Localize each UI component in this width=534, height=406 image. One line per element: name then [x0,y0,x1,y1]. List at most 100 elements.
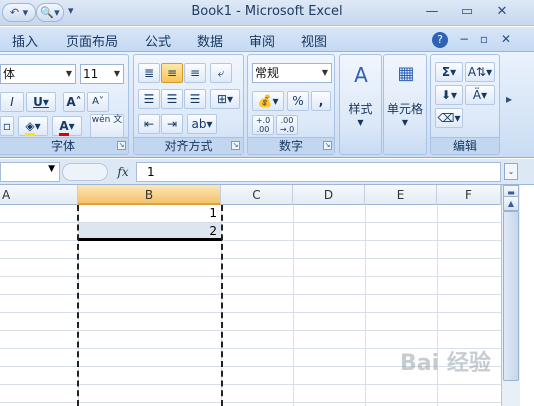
number-format-combo[interactable]: 常规 ▼ [252,63,332,83]
dialog-launcher-icon[interactable]: ↘ [231,141,240,150]
number-format-value: 常规 [255,66,280,80]
merge-center-icon[interactable]: ⊞▾ [210,89,240,109]
tab-page-layout[interactable]: 页面布局 [66,31,118,50]
grid-line [0,402,501,403]
column-header-c[interactable]: C [221,185,293,205]
align-middle-icon[interactable]: ≡ [161,63,183,83]
percent-button[interactable]: % [287,91,309,111]
decrease-decimal-button[interactable]: .00 →.0 [276,115,298,135]
scroll-up-icon[interactable]: ▲ [503,196,519,211]
dialog-launcher-icon[interactable]: ↘ [323,141,332,150]
sort-filter-icon[interactable]: A⇅▾ [465,62,495,82]
styles-group[interactable]: A 样式 ▼ [339,54,382,155]
title-bar: ↶ ▾ 🔍▾ ▾ Book1 - Microsoft Excel — ▭ ✕ [0,0,534,26]
close-button[interactable]: ✕ [490,3,514,21]
formula-bar-splitter[interactable] [62,163,108,181]
decrease-indent-icon[interactable]: ⇤ [138,114,160,134]
column-header-f[interactable]: F [437,185,501,205]
column-header-b[interactable]: B [78,185,221,205]
align-right-icon[interactable]: ☰ [184,89,206,109]
ribbon-scroll-icon[interactable]: ▸ [506,92,526,112]
shrink-font-button[interactable]: A˅ [87,92,109,112]
fill-down-icon[interactable]: ⬇▾ [435,85,463,105]
column-header-d[interactable]: D [293,185,365,205]
phonetic-button[interactable]: wén 文 [90,114,124,138]
font-name-value: 体 [3,67,16,81]
border-button[interactable]: ▫ [0,116,14,136]
name-box[interactable]: ▼ [0,162,60,182]
insert-function-button[interactable]: fx [112,162,134,182]
expand-formula-bar-icon[interactable]: ⌄ [504,163,518,180]
column-header-a[interactable]: A [0,185,78,205]
grid-line [0,312,501,313]
font-color-button[interactable]: A▾ [52,116,82,136]
align-top-icon[interactable]: ≣ [138,63,160,83]
grid-line [0,240,501,241]
grow-font-label: A [66,95,76,109]
tab-review[interactable]: 审阅 [249,31,275,50]
grid-line [0,276,501,277]
clear-icon[interactable]: ⌫▾ [435,108,463,128]
tab-insert[interactable]: 插入 [12,31,38,50]
ribbon-close-icon[interactable]: ✕ [498,32,514,48]
formula-input[interactable]: 1 [136,162,501,182]
increase-decimal-button[interactable]: +.0 .00 [252,115,274,135]
watermark: Bai 经验 [400,351,491,376]
window-title: Book1 - Microsoft Excel [191,4,343,19]
chevron-down-icon: ▼ [357,118,364,127]
italic-button[interactable]: I [0,92,24,112]
alignment-group: ≣ ≡ ≡ ⤶ ☰ ☰ ☰ ⊞▾ ⇤ ⇥ ab▾ 对齐方式 ↘ [133,54,244,155]
orientation-icon[interactable]: ab▾ [187,114,217,134]
column-header-e[interactable]: E [365,185,437,205]
tab-data[interactable]: 数据 [197,31,223,50]
ribbon: 体 ▼ 11 ▼ I U▾ A˄ A˅ ▫ ◈▾ A▾ wén 文 字体 ↘ ≣… [0,52,534,158]
font-group: 体 ▼ 11 ▼ I U▾ A˄ A˅ ▫ ◈▾ A▾ wén 文 字体 ↘ [0,54,129,155]
copy-marquee [77,205,223,406]
chevron-down-icon: ▼ [65,69,72,78]
alignment-group-label: 对齐方式 [134,137,243,154]
maximize-button[interactable]: ▭ [455,3,479,21]
formula-bar: ▼ fx 1 ⌄ [0,159,534,185]
ribbon-minimize-icon[interactable]: − [456,32,472,48]
font-size-value: 11 [83,67,99,81]
tab-formulas[interactable]: 公式 [145,31,171,50]
underline-button[interactable]: U▾ [26,92,56,112]
font-size-combo[interactable]: 11 ▼ [80,64,124,84]
cells-icon: ▦ [397,63,415,84]
font-group-label: 字体 [0,137,128,154]
align-bottom-icon[interactable]: ≡ [184,63,206,83]
help-icon[interactable]: ? [432,32,448,48]
tab-view[interactable]: 视图 [301,31,327,50]
find-select-icon[interactable]: Ä▾ [465,85,495,105]
dialog-launcher-icon[interactable]: ↘ [117,141,126,150]
grid-line [293,205,294,406]
number-group-label: 数字 [248,137,334,154]
sigma-icon: Σ [441,65,451,79]
wrap-text-icon[interactable]: ⤶ [210,63,232,83]
cells-group[interactable]: ▦ 单元格 ▼ [383,54,427,155]
ribbon-restore-icon[interactable]: ▫ [476,32,492,48]
minimize-button[interactable]: — [420,3,444,21]
increase-indent-icon[interactable]: ⇥ [161,114,183,134]
editing-group-label: 编辑 [431,137,499,154]
grow-font-button[interactable]: A˄ [63,92,85,112]
styles-icon: A [354,63,368,87]
column-headers: A B C D E F [0,185,501,205]
font-name-combo[interactable]: 体 ▼ [0,64,76,84]
chevron-down-icon: ▼ [48,164,55,174]
cells-label: 单元格 [386,102,423,116]
comma-button[interactable]: , [311,91,331,111]
align-left-icon[interactable]: ☰ [138,89,160,109]
grid-line [0,330,501,331]
autosum-button[interactable]: Σ▾ [435,62,463,82]
ribbon-tabs: 插入 页面布局 公式 数据 审阅 视图 ? − ▫ ✕ [0,27,534,52]
grid-line [0,258,501,259]
fill-color-button[interactable]: ◈▾ [18,116,48,136]
number-group: 常规 ▼ 💰▾ % , +.0 .00 .00 →.0 数字 ↘ [247,54,335,155]
chevron-down-icon: ▼ [321,68,328,77]
accounting-format-icon[interactable]: 💰▾ [252,91,284,111]
chevron-down-icon: ▼ [401,118,409,127]
underline-label: U [33,95,43,109]
grid-line [365,205,366,406]
align-center-icon[interactable]: ☰ [161,89,183,109]
